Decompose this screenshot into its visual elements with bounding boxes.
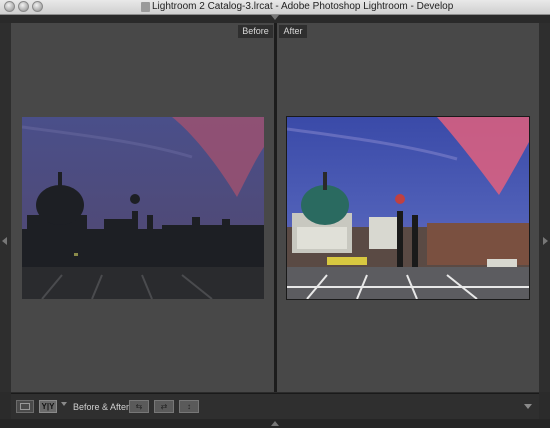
swap-before-after-button[interactable]: ↕ [179,400,199,413]
copy-after-to-before-button[interactable]: ⇄ [154,400,174,413]
right-panel-edge[interactable] [539,23,550,392]
after-label: After [279,25,307,38]
before-after-label: Before & After : [73,402,135,412]
before-photo-image [22,117,264,299]
view-mode-dropdown-icon[interactable] [61,402,67,406]
document-icon [141,2,150,12]
toolbar: Y|Y Before & After : ⇆ ⇄ ↕ [11,393,539,419]
copy-before-to-after-button[interactable]: ⇆ [129,400,149,413]
window-title: Lightroom 2 Catalog-3.lrcat - Adobe Phot… [152,1,454,12]
before-photo[interactable] [22,117,264,299]
after-photo-image [287,117,529,299]
title-bar: Lightroom 2 Catalog-3.lrcat - Adobe Phot… [0,0,550,15]
show-left-panel-icon[interactable] [2,237,7,245]
loupe-view-button[interactable] [16,400,34,413]
left-panel-edge[interactable] [0,23,11,392]
zoom-window-button[interactable] [32,1,43,12]
minimize-window-button[interactable] [18,1,29,12]
before-label: Before [238,25,273,38]
toolbar-options-chevron-down-icon[interactable] [524,404,532,409]
before-after-view-button[interactable]: Y|Y [39,400,57,413]
show-top-panel-icon[interactable] [271,15,279,20]
after-photo[interactable] [287,117,529,299]
close-window-button[interactable] [4,1,15,12]
show-filmstrip-icon[interactable] [271,421,279,426]
show-right-panel-icon[interactable] [543,237,548,245]
